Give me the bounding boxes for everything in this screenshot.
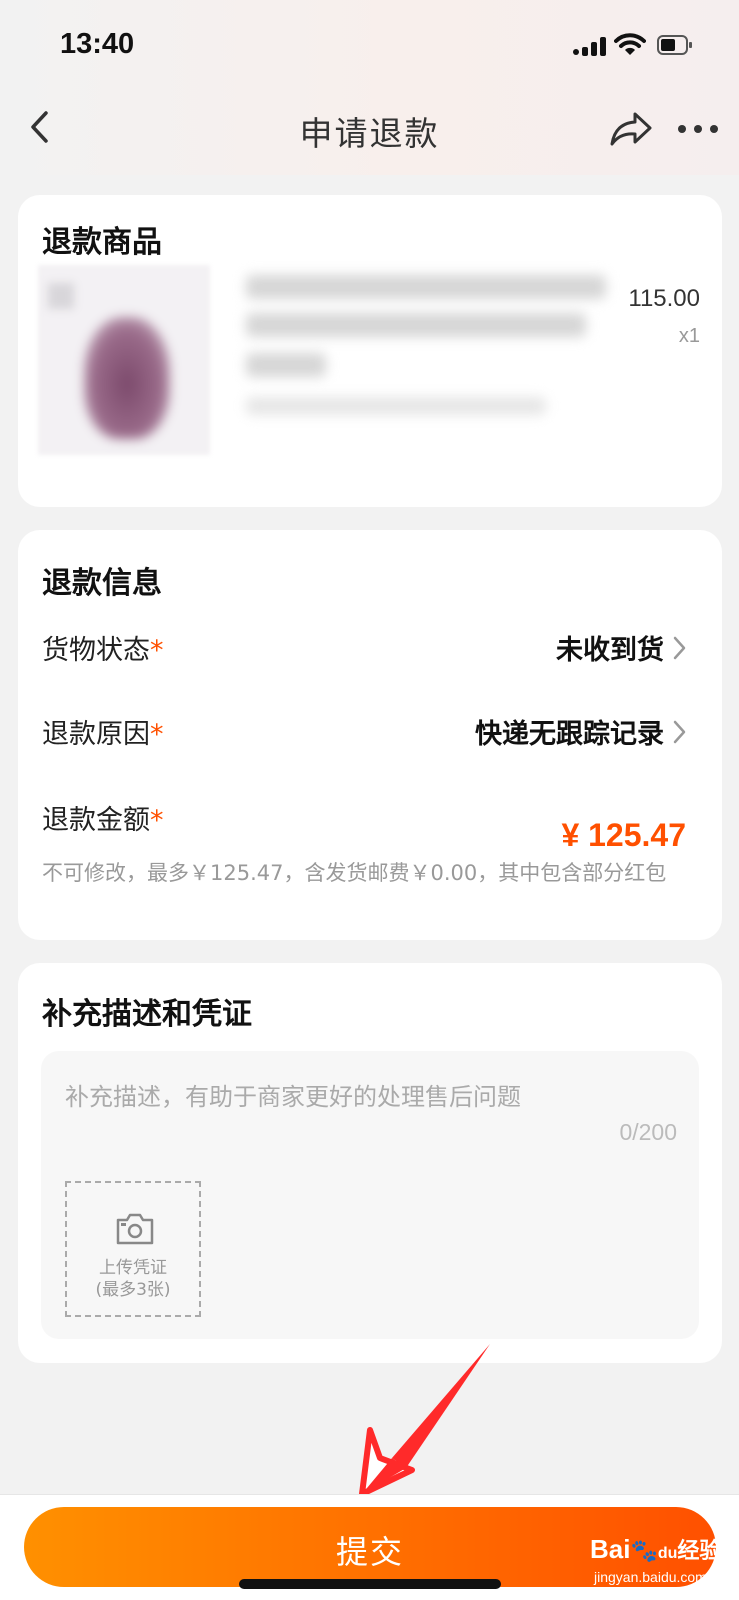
baidu-jingyan-watermark: Bai🐾du经验 jingyan.baidu.com [590,1534,722,1585]
refund-reason-value: 快递无跟踪记录 [475,719,664,750]
description-placeholder: 补充描述，有助于商家更好的处理售后问题 [65,1083,521,1111]
chevron-right-icon [673,720,686,744]
refund-reason-label: 退款原因* [42,719,164,750]
refund-amount-value: ¥ 125.47 [561,817,686,853]
product-quantity: x1 [678,325,700,347]
home-indicator[interactable] [239,1579,501,1589]
status-bar: 13:40 [0,0,739,90]
camera-icon [116,1213,154,1245]
nav-bar: 申请退款 [0,95,739,165]
refund-amount-note: 不可修改，最多￥125.47，含发货邮费￥0.00，其中包含部分红包 [42,861,667,885]
status-time: 13:40 [60,28,135,60]
product-thumbnail[interactable] [38,265,210,455]
upload-limit: (最多3张) [95,1280,171,1300]
upload-evidence-button[interactable]: 上传凭证 (最多3张) [65,1181,201,1317]
refund-amount-label: 退款金额* [42,805,164,836]
annotation-arrow [359,1344,490,1497]
character-counter: 0/200 [619,1119,677,1145]
battery-icon [657,35,692,55]
wifi-icon [614,33,646,55]
supplement-card-title: 补充描述和凭证 [42,997,252,1032]
paw-icon: 🐾 [630,1538,658,1563]
more-icon[interactable] [676,119,720,139]
share-icon[interactable] [608,109,654,149]
product-description-blurred[interactable] [236,265,636,440]
watermark-site: jingyan.baidu.com [594,1569,707,1585]
supplement-card: 补充描述和凭证 补充描述，有助于商家更好的处理售后问题 0/200 上传凭证 (… [18,963,722,1363]
chevron-right-icon [673,636,686,660]
info-card-title: 退款信息 [42,566,162,601]
product-price: 115.00 [628,285,700,312]
product-card-title: 退款商品 [42,225,162,260]
goods-status-value: 未收到货 [556,635,664,666]
required-mark: * [150,719,164,750]
required-mark: * [150,805,164,836]
signal-icon [573,37,606,56]
required-mark: * [150,635,164,666]
bottom-bar: 提交 Bai🐾du经验 jingyan.baidu.com [0,1494,739,1600]
refund-info-card: 退款信息 货物状态* 未收到货 退款原因* 快递无跟踪记录 退款金额* ¥ 12… [18,530,722,940]
goods-status-label: 货物状态* [42,635,164,666]
refund-product-card: 退款商品 115.00 x1 [18,195,722,507]
upload-label: 上传凭证 (最多3张) [67,1257,199,1301]
submit-button[interactable]: 提交 Bai🐾du经验 jingyan.baidu.com [24,1507,721,1587]
description-input[interactable]: 补充描述，有助于商家更好的处理售后问题 0/200 上传凭证 (最多3张) [41,1051,699,1339]
